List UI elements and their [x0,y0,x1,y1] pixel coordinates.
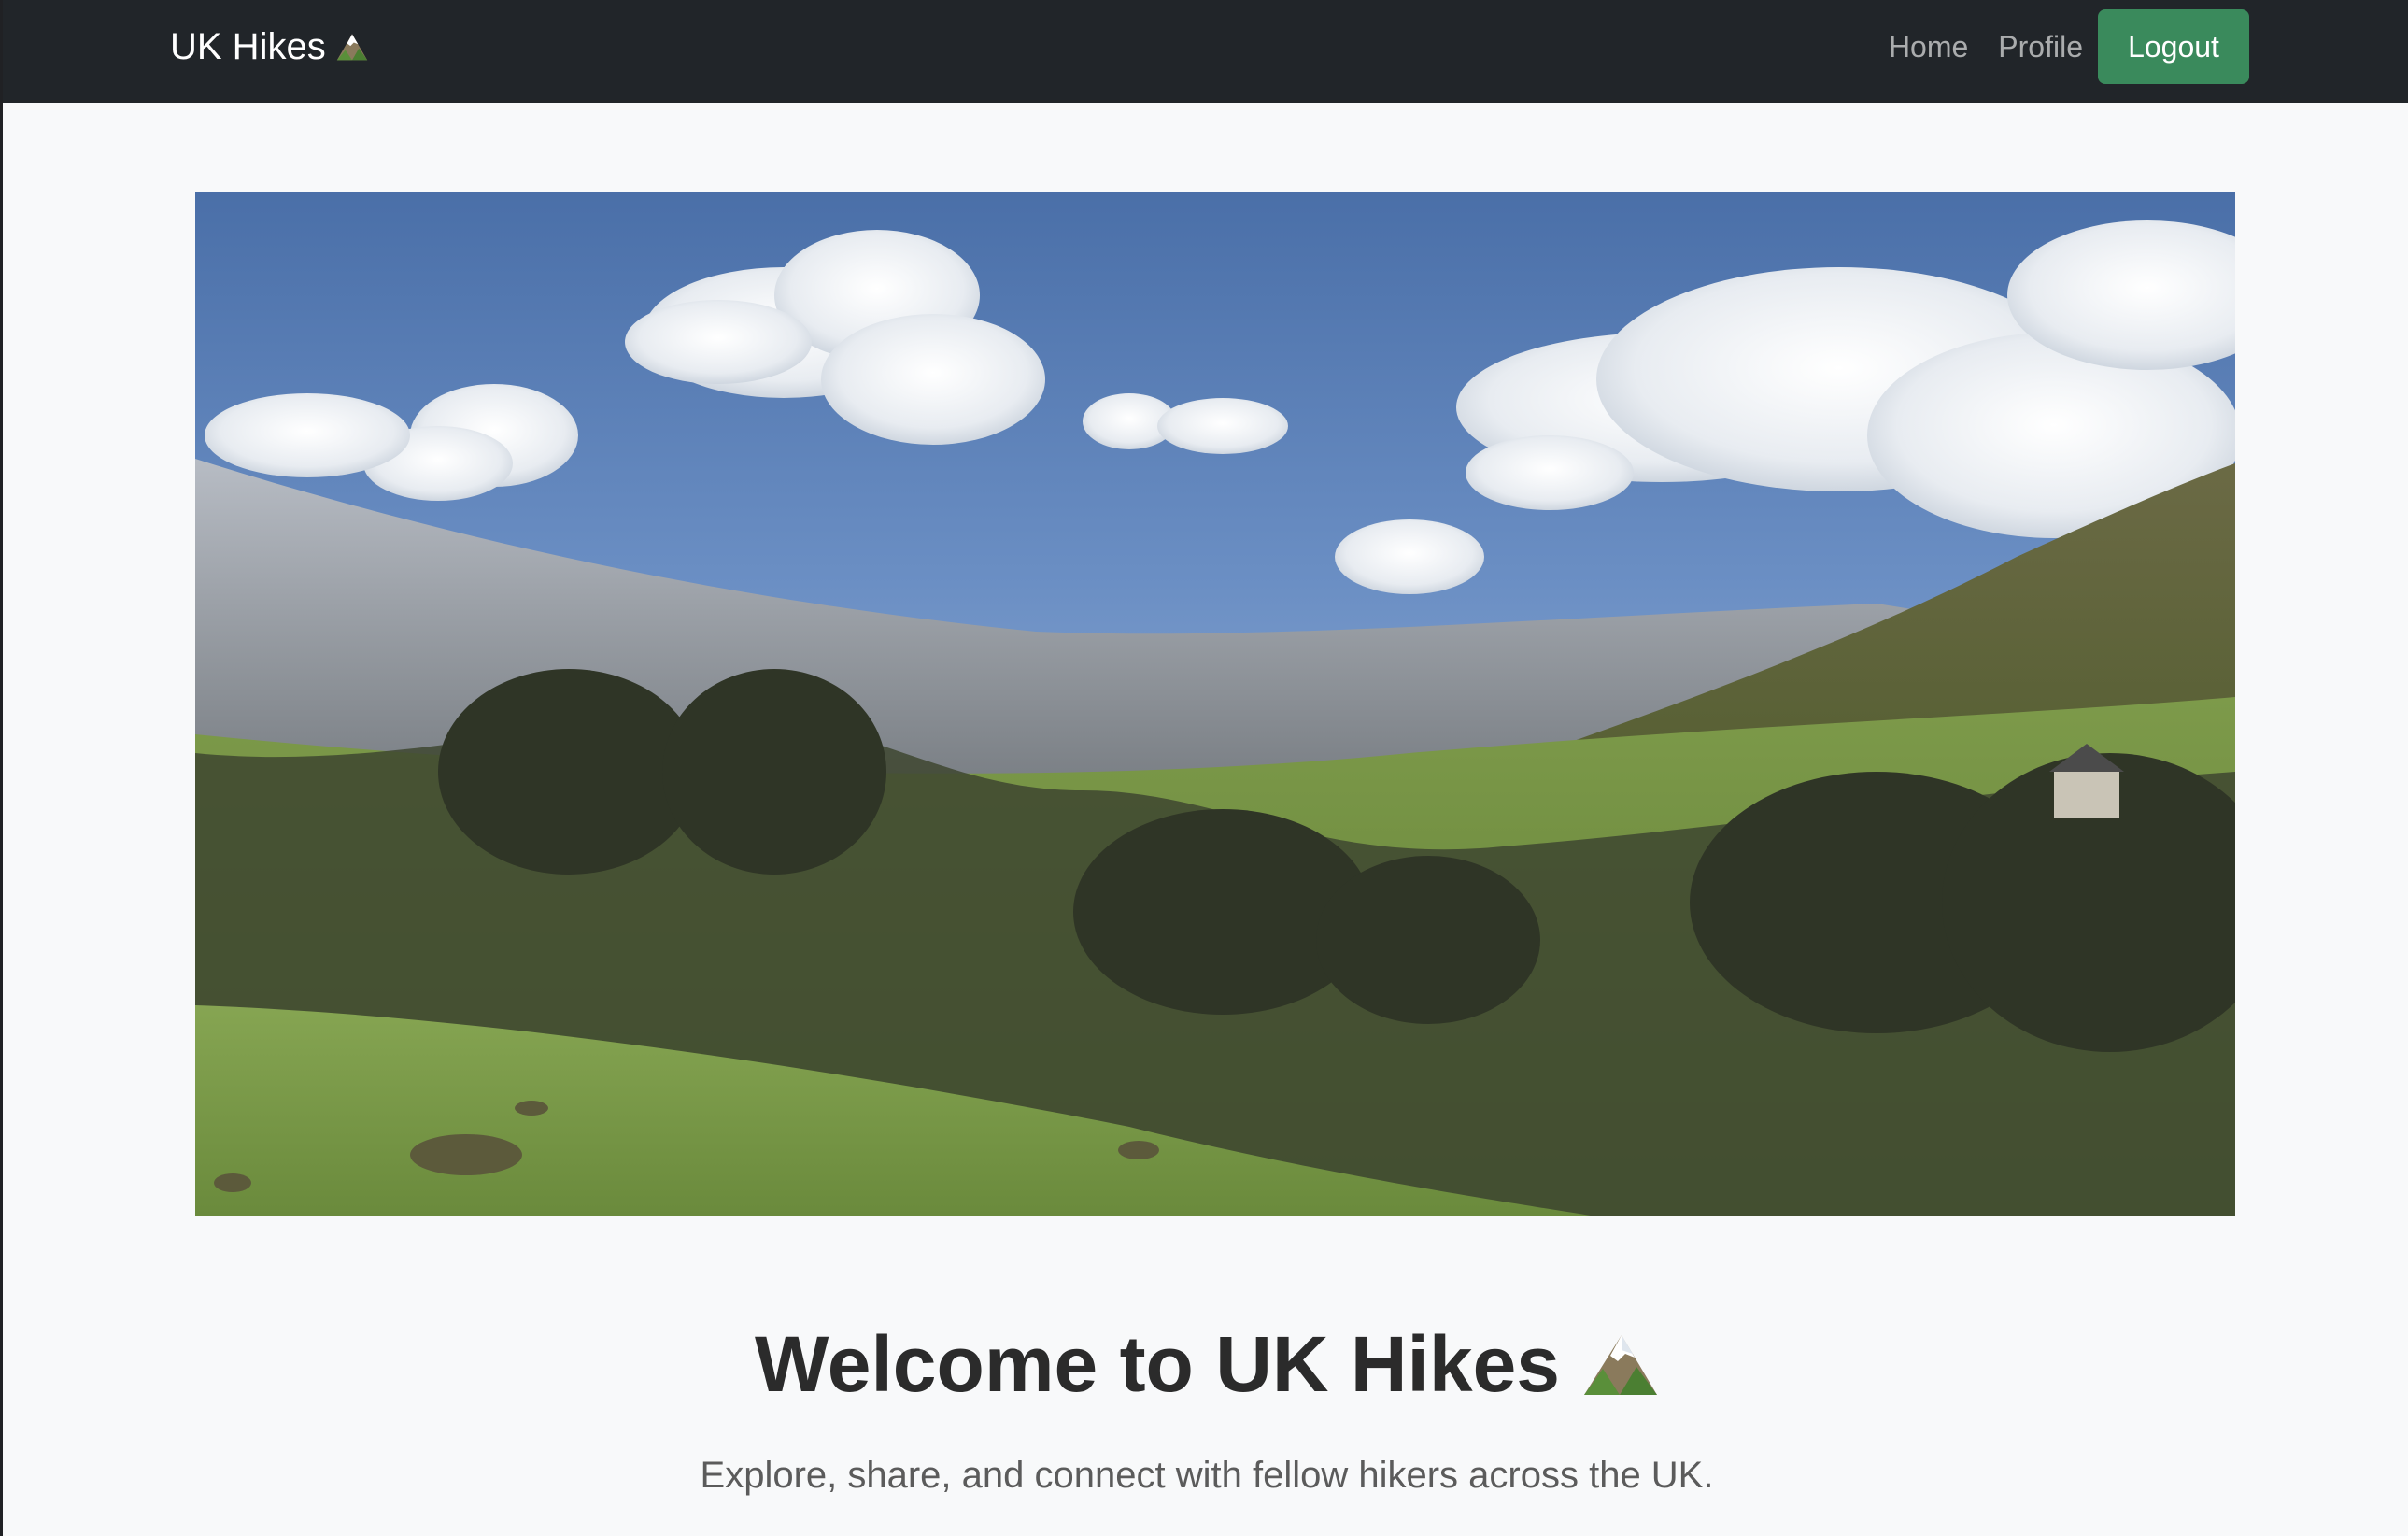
page: UK Hikes Home Profile Logout Welcome to … [0,0,2408,1536]
mountain-icon [336,34,367,61]
logout-button[interactable]: Logout [2098,9,2249,84]
welcome-title: Welcome to UK Hikes [755,1317,1659,1411]
nav-links: Home Profile Logout [1874,9,2249,84]
mountain-icon [1584,1335,1658,1395]
welcome-section: Welcome to UK Hikes Explore, share, and … [3,1317,2408,1499]
brand-label: UK Hikes [170,26,326,67]
brand-link[interactable]: UK Hikes [170,24,369,69]
hero-image [195,192,2235,1216]
valley-landscape-photo [195,192,2235,1216]
nav-home-link[interactable]: Home [1874,9,1983,84]
nav-profile-link[interactable]: Profile [1983,9,2098,84]
top-navbar: UK Hikes Home Profile Logout [3,0,2408,103]
welcome-title-text: Welcome to UK Hikes [754,1320,1561,1408]
welcome-subtitle: Explore, share, and connect with fellow … [700,1455,1714,1496]
